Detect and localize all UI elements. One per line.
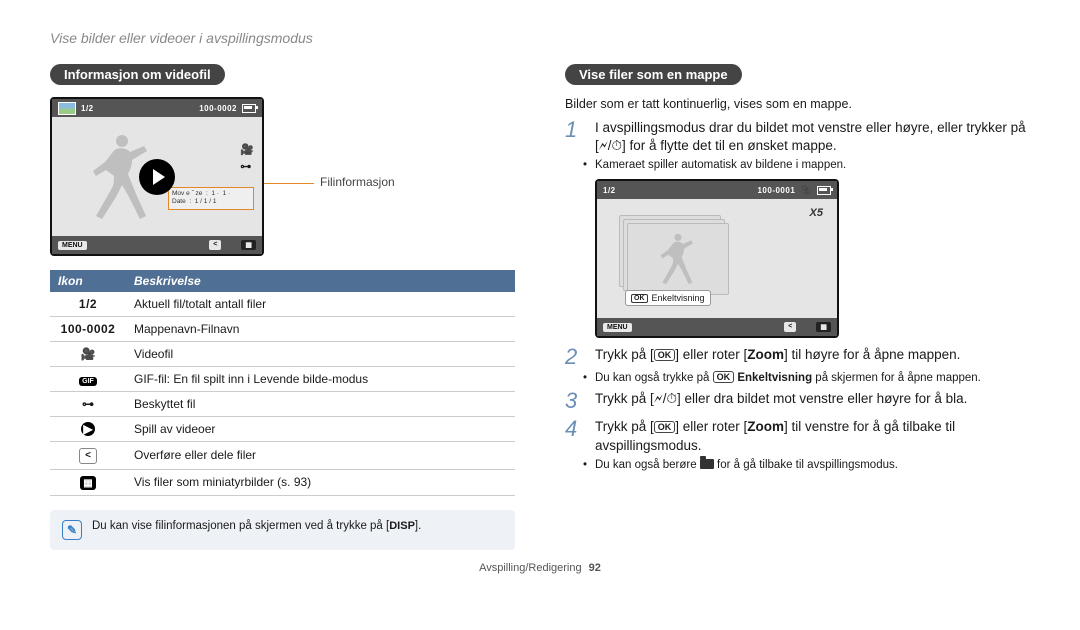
left-column: Informasjon om videofil 1/2 100-0002 — [50, 64, 515, 550]
grid-icon: ▦ — [80, 476, 96, 490]
icon-cell: 🎥 — [50, 342, 126, 367]
icon-cell: 100-0002 — [50, 317, 126, 342]
step: 2 Trykk på [OK] eller roter [Zoom] til hø… — [565, 346, 1030, 368]
play-circle-icon: ▶ — [81, 422, 95, 436]
right-description: Bilder som er tatt kontinuerlig, vises s… — [565, 97, 1030, 111]
table-row: 1/2Aktuell fil/totalt antall filer — [50, 292, 515, 317]
callout-label: Filinformasjon — [320, 175, 395, 189]
disp-key: DISP — [389, 520, 415, 532]
step: 3 Trykk på [🗲/⏱] eller dra bildet mot ven… — [565, 390, 1030, 412]
col-header-icon: Ikon — [50, 270, 126, 292]
table-row: 100-0002Mappenavn-Filnavn — [50, 317, 515, 342]
battery-icon — [817, 186, 831, 195]
desc-cell: Overføre eller dele filer — [126, 442, 515, 470]
share-icon: < — [79, 448, 97, 464]
step-text: Trykk på [OK] eller roter [Zoom] til høy… — [595, 346, 960, 368]
table-row: 🎥 Videofil — [50, 342, 515, 367]
file-id-text: 100-0001 — [757, 186, 795, 195]
note-icon: ✎ — [62, 520, 82, 540]
step-text: I avspillingsmodus drar du bildet mot ve… — [595, 119, 1030, 155]
callout-line — [264, 183, 314, 184]
step-text: Trykk på [🗲/⏱] eller dra bildet mot vens… — [595, 390, 967, 412]
step-number: 4 — [565, 418, 583, 454]
video-info-screen: 1/2 100-0002 🎥 — [50, 97, 264, 256]
step-bullet: Du kan også berøre for å gå tilbake til … — [595, 459, 1030, 471]
footer-section: Avspilling/Redigering — [479, 562, 582, 574]
step-bullet: Du kan også trykke på OK Enkeltvisning p… — [595, 372, 1030, 384]
desc-cell: Vis filer som miniatyrbilder (s. 93) — [126, 469, 515, 496]
right-column: Vise filer som en mappe Bilder som er ta… — [565, 64, 1030, 550]
table-row: ▶ Spill av videoer — [50, 417, 515, 442]
menu-button: MENU — [58, 241, 87, 250]
step-number: 2 — [565, 346, 583, 368]
photo-stack — [619, 215, 729, 295]
info-note: ✎ Du kan vise filinformasjonen på skjerm… — [50, 510, 515, 550]
ok-key: OK — [631, 294, 648, 303]
ok-key: OK — [654, 349, 676, 361]
battery-icon — [242, 104, 256, 113]
step-bullet: Kameraet spiller automatisk av bildene i… — [595, 159, 1030, 171]
menu-button: MENU — [603, 323, 632, 332]
ok-label: Enkeltvisning — [652, 293, 705, 303]
ok-key: OK — [654, 421, 676, 433]
grid-button: ▦ — [241, 240, 256, 250]
ok-key: OK — [713, 371, 735, 383]
step-number: 1 — [565, 119, 583, 155]
table-row: ⊶ Beskyttet fil — [50, 392, 515, 417]
movie-icon: 🎥 — [240, 143, 254, 156]
file-id-text: 100-0002 — [199, 104, 237, 113]
desc-cell: Mappenavn-Filnavn — [126, 317, 515, 342]
folder-view-screen: 1/2 100-0001 🎥 X5 — [595, 179, 839, 338]
step-text: Trykk på [OK] eller roter [Zoom] til ven… — [595, 418, 1030, 454]
section-heading-right: Vise filer som en mappe — [565, 64, 742, 85]
icon-cell: < — [50, 442, 126, 470]
table-row: GIF GIF-fil: En fil spilt inn i Levende b… — [50, 367, 515, 392]
step-number: 3 — [565, 390, 583, 412]
col-header-desc: Beskrivelse — [126, 270, 515, 292]
thumbnail-icon — [58, 102, 76, 115]
breadcrumb: Vise bilder eller videoer i avspillingsm… — [50, 30, 1030, 46]
counter-text: 1/2 — [81, 104, 94, 113]
play-icon — [139, 159, 175, 195]
desc-cell: GIF-fil: En fil spilt inn i Levende bild… — [126, 367, 515, 392]
x5-label: X5 — [810, 207, 823, 219]
step: 1 I avspillingsmodus drar du bildet mot v… — [565, 119, 1030, 155]
gif-icon: GIF — [79, 377, 97, 386]
key-icon: ⊶ — [80, 397, 96, 411]
movie-icon: 🎥 — [800, 185, 812, 196]
step: 4 Trykk på [OK] eller roter [Zoom] til ve… — [565, 418, 1030, 454]
footer-page-number: 92 — [589, 562, 601, 574]
icon-cell: GIF — [50, 367, 126, 392]
counter-text: 1/2 — [603, 186, 616, 195]
share-button: < — [784, 322, 796, 332]
desc-cell: Beskyttet fil — [126, 392, 515, 417]
desc-cell: Aktuell fil/totalt antall filer — [126, 292, 515, 317]
folder-icon — [700, 459, 714, 469]
table-row: < Overføre eller dele filer — [50, 442, 515, 470]
desc-cell: Spill av videoer — [126, 417, 515, 442]
section-heading-left: Informasjon om videofil — [50, 64, 225, 85]
icon-cell: ▦ — [50, 469, 126, 496]
table-row: ▦ Vis filer som miniatyrbilder (s. 93) — [50, 469, 515, 496]
page-footer: Avspilling/Redigering 92 — [50, 562, 1030, 574]
icon-cell: ⊶ — [50, 392, 126, 417]
desc-cell: Videofil — [126, 342, 515, 367]
key-icon: ⊶ — [240, 160, 254, 173]
ok-single-view-pill: OK Enkeltvisning — [625, 290, 711, 306]
movie-icon: 🎥 — [80, 347, 96, 361]
icon-cell: ▶ — [50, 417, 126, 442]
note-text: Du kan vise filinformasjonen på skjermen… — [92, 520, 421, 532]
share-button: < — [209, 240, 221, 250]
icon-cell: 1/2 — [50, 292, 126, 317]
grid-button: ▦ — [816, 322, 831, 332]
file-info-overlay: Mov e ˝ ze : 1 · 1 · Date : 1 / 1 / 1 — [168, 187, 254, 210]
icon-description-table: Ikon Beskrivelse 1/2Aktuell fil/totalt a… — [50, 270, 515, 496]
